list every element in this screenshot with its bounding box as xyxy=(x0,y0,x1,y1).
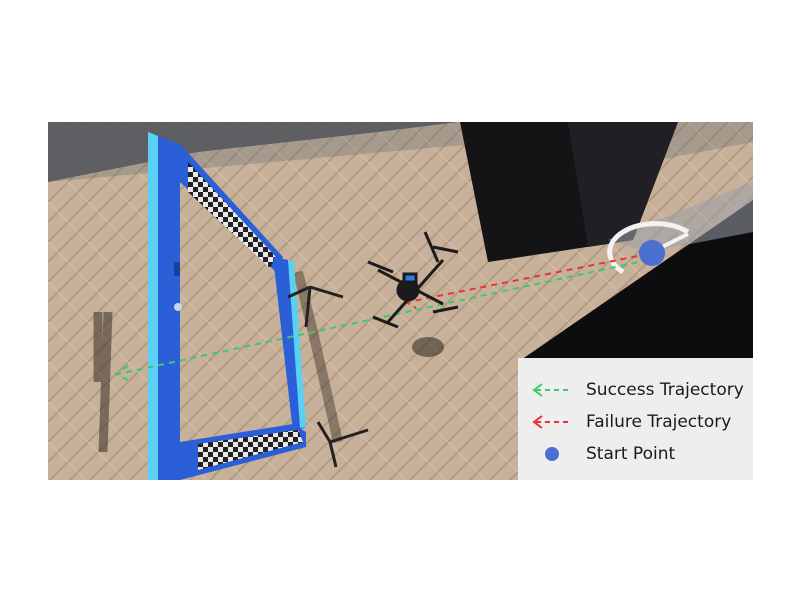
legend-success-label: Success Trajectory xyxy=(586,380,744,400)
legend-start: Start Point xyxy=(518,440,753,468)
legend-failure: Failure Trajectory xyxy=(518,408,753,436)
start-point-icon xyxy=(545,447,559,461)
start-point xyxy=(639,240,665,266)
legend-start-label: Start Point xyxy=(586,444,676,464)
failure-arrow-icon xyxy=(532,415,570,429)
success-arrow-icon xyxy=(532,383,570,397)
legend-failure-label: Failure Trajectory xyxy=(586,412,732,432)
legend: Success Trajectory Failure Trajectory St… xyxy=(518,358,753,480)
legend-success: Success Trajectory xyxy=(518,376,753,404)
